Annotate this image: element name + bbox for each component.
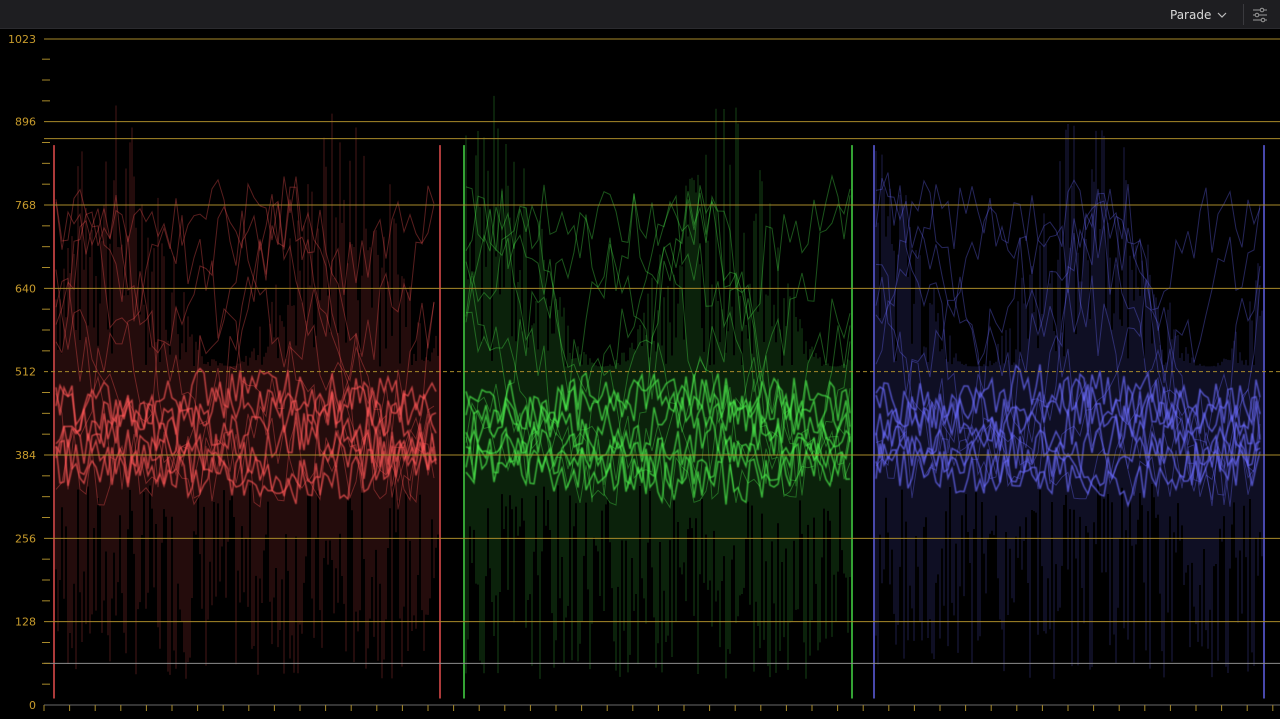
channel-trace-green: [463, 95, 853, 699]
chevron-down-icon: [1217, 12, 1227, 18]
channel-trace-blue: [873, 124, 1265, 699]
scale-labels: 1023 896 768 640 512 384 256 128 0: [8, 33, 36, 712]
channel-trace-red: [53, 105, 441, 699]
sliders-icon[interactable]: [1251, 6, 1269, 24]
scale-label-384: 384: [15, 449, 36, 462]
scale-label-0: 0: [29, 699, 36, 712]
scale-label-128: 128: [15, 616, 36, 629]
scale-label-640: 640: [15, 282, 36, 295]
scope-mode-dropdown[interactable]: Parade: [1170, 5, 1227, 25]
toolbar-divider: [1243, 4, 1244, 25]
parade-scope: 1023 896 768 640 512 384 256 128 0: [8, 33, 1280, 712]
scale-label-1023: 1023: [8, 33, 36, 46]
scope-mode-label: Parade: [1170, 8, 1212, 22]
scale-label-256: 256: [15, 532, 36, 545]
waveform-traces: [53, 95, 1265, 699]
scale-label-512: 512: [15, 366, 36, 379]
scale-label-896: 896: [15, 116, 36, 129]
scope-toolbar: Parade: [0, 0, 1280, 29]
scale-label-768: 768: [15, 199, 36, 212]
